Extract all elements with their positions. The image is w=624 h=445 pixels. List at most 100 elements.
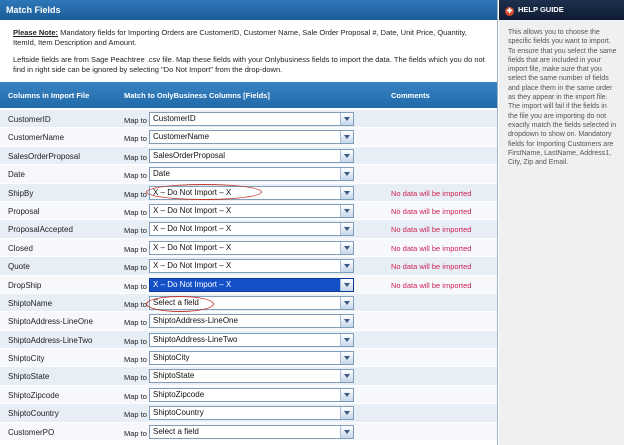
import-column-name: CustomerPO <box>8 427 55 437</box>
field-mapping-select[interactable]: X – Do Not Import – X <box>149 240 354 255</box>
header-comments: Comments <box>391 91 430 100</box>
mapping-table-body: CustomerID Map to CustomerID CustomerName Ma… <box>0 110 497 442</box>
import-column-name: ShipBy <box>8 188 34 198</box>
table-row: CustomerPO Map to Select a field <box>0 422 497 442</box>
field-mapping-select[interactable]: ShiptoCity <box>149 351 354 366</box>
map-to-label: Map to <box>124 263 147 273</box>
chevron-down-icon[interactable] <box>340 204 353 217</box>
chevron-down-icon[interactable] <box>340 131 353 144</box>
chevron-down-icon[interactable] <box>340 425 353 438</box>
field-mapping-select[interactable]: SalesOrderProposal <box>149 148 354 163</box>
help-guide-text: This allows you to choose the specific f… <box>508 29 617 167</box>
import-column-name: ShiptoAddress-LineOne <box>8 317 93 327</box>
import-column-name: DropShip <box>8 280 42 290</box>
map-to-label: Map to <box>124 152 147 162</box>
import-column-name: ShiptoCity <box>8 354 45 364</box>
match-fields-panel: Match Fields Please Note: Mandatory fiel… <box>0 0 498 445</box>
map-to-label: Map to <box>124 134 147 144</box>
table-row: ShiptoCity Map to ShiptoCity <box>0 349 497 368</box>
import-column-name: ShiptoAddress-LineTwo <box>8 335 93 345</box>
chevron-down-icon[interactable] <box>340 113 353 125</box>
row-comment: No data will be imported <box>391 280 472 290</box>
table-row: ShiptoZipcode Map to ShiptoZipcode <box>0 385 497 405</box>
map-to-label: Map to <box>124 336 147 346</box>
chevron-down-icon[interactable] <box>340 168 353 181</box>
row-comment: No data will be imported <box>391 206 472 216</box>
import-column-name: CustomerID <box>8 115 51 124</box>
notes-section: Please Note: Mandatory fields for Import… <box>0 20 497 82</box>
table-row: CustomerID Map to CustomerID <box>0 110 497 129</box>
selected-field-value: X – Do Not Import – X <box>153 261 232 271</box>
chevron-down-icon[interactable] <box>340 223 353 236</box>
map-to-label: Map to <box>124 281 147 291</box>
chevron-down-icon[interactable] <box>340 278 353 291</box>
field-mapping-select[interactable]: X – Do Not Import – X <box>149 185 354 200</box>
selected-field-value: X – Do Not Import – X <box>153 279 232 289</box>
map-to-label: Map to <box>124 207 147 217</box>
help-guide-panel: ✚ HELP GUIDE This allows you to choose th… <box>499 0 624 445</box>
row-comment: No data will be imported <box>391 243 472 253</box>
field-mapping-select[interactable]: X – Do Not Import – X <box>149 203 354 218</box>
table-row: ShiptoState Map to ShiptoState <box>0 367 497 386</box>
field-mapping-select[interactable]: ShiptoAddress-LineOne <box>149 314 354 329</box>
chevron-down-icon[interactable] <box>340 407 353 420</box>
map-to-label: Map to <box>124 299 147 309</box>
import-column-name: ShiptoName <box>8 298 53 308</box>
selected-field-value: X – Do Not Import – X <box>153 205 232 215</box>
chevron-down-icon[interactable] <box>340 370 353 383</box>
field-mapping-select[interactable]: ShiptoState <box>149 369 354 384</box>
field-mapping-select[interactable]: X – Do Not Import – X <box>149 259 354 274</box>
import-column-name: ProposalAccepted <box>8 225 73 235</box>
help-icon: ✚ <box>505 7 514 16</box>
field-mapping-select[interactable]: X – Do Not Import – X <box>149 222 354 237</box>
chevron-down-icon[interactable] <box>340 241 353 254</box>
note-text: Mandatory fields for Importing Orders ar… <box>13 28 467 47</box>
table-row: CustomerName Map to CustomerName <box>0 128 497 147</box>
field-mapping-select[interactable]: X – Do Not Import – X <box>149 277 354 292</box>
chevron-down-icon[interactable] <box>340 260 353 273</box>
table-row: ShiptoAddress-LineTwo Map to ShiptoAddress… <box>0 330 497 350</box>
import-column-name: ShiptoZipcode <box>8 390 60 400</box>
row-comment: No data will be imported <box>391 225 472 235</box>
row-comment: No data will be imported <box>391 262 472 272</box>
selected-field-value: ShiptoAddress-LineTwo <box>153 334 238 344</box>
import-column-name: ShiptoCountry <box>8 409 59 419</box>
field-mapping-select[interactable]: Select a field <box>149 295 354 310</box>
map-to-label: Map to <box>124 410 147 420</box>
table-row: ShiptoName Map to Select a field <box>0 293 497 313</box>
chevron-down-icon[interactable] <box>340 296 353 309</box>
field-mapping-select[interactable]: ShiptoCountry <box>149 406 354 421</box>
selected-field-value: X – Do Not Import – X <box>153 242 232 252</box>
chevron-down-icon[interactable] <box>340 186 353 199</box>
chevron-down-icon[interactable] <box>340 149 353 162</box>
field-mapping-select[interactable]: Select a field <box>149 424 354 439</box>
chevron-down-icon[interactable] <box>340 352 353 365</box>
field-mapping-select[interactable]: CustomerID <box>149 112 354 126</box>
chevron-down-icon[interactable] <box>340 388 353 401</box>
import-column-name: Closed <box>8 243 33 253</box>
field-mapping-select[interactable]: ShiptoAddress-LineTwo <box>149 332 354 347</box>
field-mapping-select[interactable]: Date <box>149 167 354 182</box>
chevron-down-icon[interactable] <box>340 333 353 346</box>
map-to-label: Map to <box>124 116 147 125</box>
map-to-label: Map to <box>124 428 147 438</box>
map-to-label: Map to <box>124 171 147 181</box>
table-header: Columns in Import File Match to OnlyBusi… <box>0 82 497 108</box>
table-row: Quote Map to X – Do Not Import – X No data … <box>0 257 497 276</box>
table-row: DropShip Map to X – Do Not Import – X No da… <box>0 275 497 294</box>
table-row: Proposal Map to X – Do Not Import – X No da… <box>0 201 497 221</box>
import-column-name: Proposal <box>8 206 40 216</box>
field-mapping-select[interactable]: ShiptoZipcode <box>149 387 354 402</box>
row-comment: No data will be imported <box>391 188 472 198</box>
table-row: ShipBy Map to X – Do Not Import – X No data… <box>0 183 497 202</box>
selected-field-value: Select a field <box>153 426 199 436</box>
map-to-label: Map to <box>124 391 147 401</box>
map-to-label: Map to <box>124 373 147 383</box>
selected-field-value: ShiptoState <box>153 371 195 381</box>
selected-field-value: ShiptoCountry <box>153 408 204 418</box>
table-row: Date Map to Date <box>0 165 497 184</box>
mandatory-note: Please Note: Mandatory fields for Import… <box>13 28 489 47</box>
chevron-down-icon[interactable] <box>340 315 353 328</box>
header-match-to: Match to OnlyBusiness Columns [Fields] <box>124 91 270 100</box>
field-mapping-select[interactable]: CustomerName <box>149 130 354 145</box>
